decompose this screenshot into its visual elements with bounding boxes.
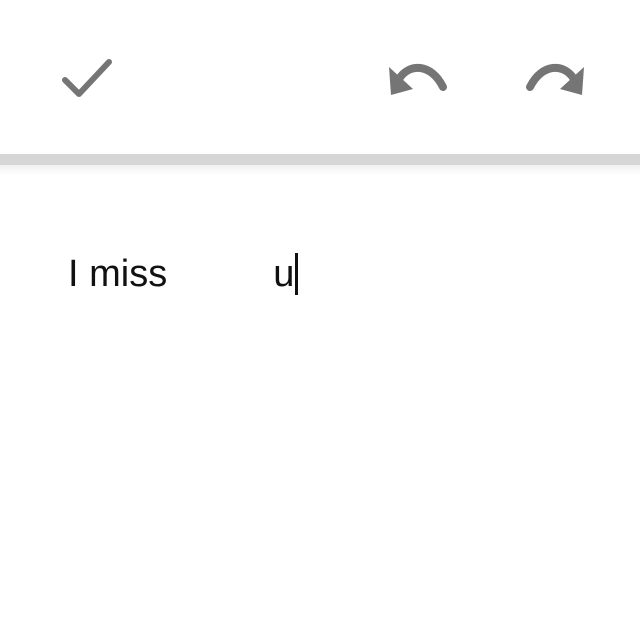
undo-button[interactable]: [383, 46, 453, 106]
text-editor-screen: I miss u: [0, 0, 640, 640]
editor-toolbar: [0, 0, 640, 154]
toolbar-shadow: [0, 165, 640, 175]
redo-icon: [522, 53, 588, 99]
text-after-gap: u: [273, 252, 295, 295]
toolbar-divider: [0, 154, 640, 165]
editor-text-line[interactable]: I miss u: [68, 249, 299, 299]
blank-gap: [167, 254, 273, 294]
text-cursor: [295, 253, 299, 295]
done-button[interactable]: [52, 48, 122, 108]
undo-icon: [385, 53, 451, 99]
redo-button[interactable]: [520, 46, 590, 106]
text-editing-area[interactable]: I miss u: [0, 175, 640, 640]
text-before-gap: I miss: [68, 252, 168, 295]
checkmark-icon: [59, 56, 115, 100]
